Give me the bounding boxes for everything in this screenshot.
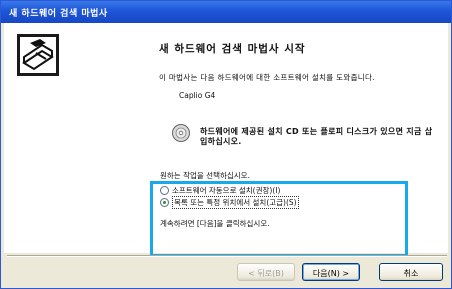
highlight-box [150, 181, 408, 257]
choose-prompt: 원하는 작업을 선택하십시오. [160, 171, 250, 180]
back-button[interactable]: < 뒤로(B) [237, 263, 295, 281]
next-button[interactable]: 다음(N) > [302, 263, 360, 281]
wizard-window: 새 하드웨어 검색 마법사 새 하드웨어 검색 마법사 시작 이 마법사는 다음… [0, 0, 452, 289]
window-title: 새 하드웨어 검색 마법사 [9, 9, 108, 19]
cd-instruction: 하드웨어에 제공된 설치 CD 또는 플로피 디스크가 있으면 지금 삽입하십시… [200, 127, 433, 146]
cd-disk-icon [172, 124, 190, 142]
wizard-content: 새 하드웨어 검색 마법사 시작 이 마법사는 다음 하드웨어에 대한 소프트웨… [4, 23, 448, 257]
device-name: Caplio G4 [179, 91, 216, 100]
intro-text: 이 마법사는 다음 하드웨어에 대한 소프트웨어 설치를 도와줍니다. [159, 73, 375, 82]
hardware-wizard-icon [17, 34, 59, 76]
wizard-heading: 새 하드웨어 검색 마법사 시작 [159, 43, 306, 55]
wizard-side-panel [4, 23, 62, 253]
divider [7, 255, 447, 257]
cancel-button[interactable]: 취소 [379, 263, 443, 281]
title-bar[interactable]: 새 하드웨어 검색 마법사 [1, 1, 451, 23]
